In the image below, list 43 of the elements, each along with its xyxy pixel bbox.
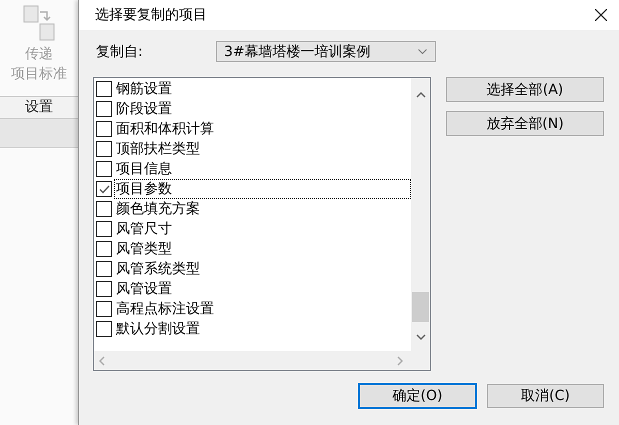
list-item[interactable]: 默认分割设置 [114,319,411,339]
scroll-up-icon[interactable] [416,91,426,99]
list-item[interactable]: 高程点标注设置 [114,299,411,319]
checkbox[interactable] [96,201,112,217]
list-item[interactable]: 顶部扶栏类型 [114,139,411,159]
tool-label: 传递 [25,45,53,64]
source-dropdown[interactable]: 3#幕墙塔楼一培训案例 [216,41,436,62]
checkbox[interactable] [96,121,112,137]
checkbox[interactable] [96,101,112,117]
check-icon [98,184,110,194]
list-item[interactable]: 风管系统类型 [114,259,411,279]
select-toggle-button[interactable]: 选择全部(A) [446,77,604,102]
caret-icon [418,48,427,54]
vertical-scrollbar[interactable] [411,78,430,351]
list-item[interactable]: 面积和体积计算 [114,119,411,139]
checkbox[interactable] [96,141,112,157]
close-icon[interactable] [595,9,607,21]
checkbox[interactable] [96,81,112,97]
checkbox[interactable] [96,321,112,337]
panel-tab[interactable]: 设置 [0,96,78,119]
ok-button[interactable]: 确定(O) [359,384,476,408]
dialog-title: 选择要复制的项目 [95,6,207,24]
copy-from-label: 复制自: [95,42,144,60]
checkbox[interactable] [96,301,112,317]
scroll-down-icon[interactable] [416,333,426,341]
scrollbar-thumb[interactable] [412,292,429,322]
checkbox[interactable] [96,241,112,257]
list-item[interactable]: 项目信息 [114,159,411,179]
cancel-button[interactable]: 取消(C) [487,384,604,408]
list-item[interactable]: 风管尺寸 [114,219,411,239]
list-item[interactable]: 风管类型 [114,239,411,259]
list-item[interactable]: 项目参数 [114,179,411,199]
checkbox[interactable] [96,281,112,297]
tool-label: 项目标准 [11,65,67,84]
list-item[interactable]: 阶段设置 [114,99,411,119]
list-item[interactable]: 风管设置 [114,279,411,299]
checkbox[interactable] [96,181,112,197]
checkbox[interactable] [96,221,112,237]
select-toggle-button[interactable]: 放弃全部(N) [446,111,604,136]
checkbox[interactable] [96,261,112,277]
list-item[interactable]: 颜色填充方案 [114,199,411,219]
list-item[interactable]: 钢筋设置 [114,79,411,99]
checkbox[interactable] [96,161,112,177]
